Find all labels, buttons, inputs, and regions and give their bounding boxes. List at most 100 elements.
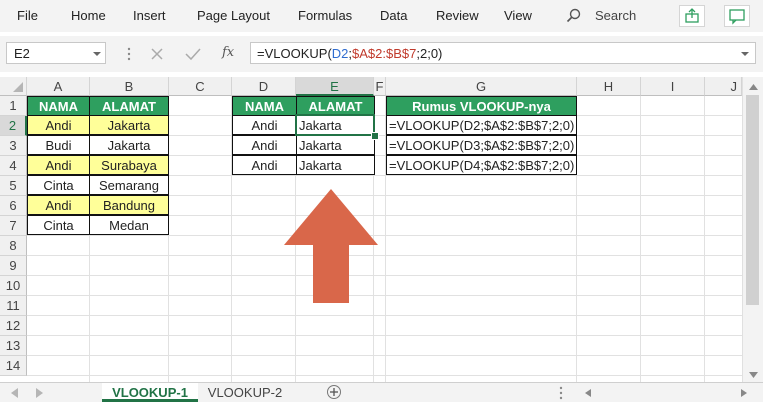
row-header-4[interactable]: 4 [0,156,27,176]
column-header-f[interactable]: F [374,77,386,96]
row-header-2[interactable]: 2 [0,116,27,136]
plus-icon [330,388,338,396]
insert-function-icon[interactable]: fx [222,45,234,60]
tab-scroll-right-icon[interactable] [32,387,46,399]
scroll-up-icon[interactable] [743,81,763,93]
search-icon [566,8,581,23]
search-box[interactable]: Search [562,4,682,28]
row-header-14[interactable]: 14 [0,356,27,376]
add-sheet-button[interactable] [327,385,341,399]
table1-cell-alamat[interactable]: Jakarta [89,115,169,135]
table1-cell-nama[interactable]: Cinta [27,175,90,195]
table1-cell-nama[interactable]: Andi [27,115,90,135]
gridline [27,375,742,376]
active-cell-selection [295,114,375,136]
table1-cell-alamat[interactable]: Semarang [89,175,169,195]
table3-cell-formula[interactable]: =VLOOKUP(D4;$A$2:$B$7;2;0) [386,155,577,175]
scrollbar-thumb[interactable] [746,95,759,305]
column-header-g[interactable]: G [386,77,577,96]
table1-cell-alamat[interactable]: Surabaya [89,155,169,175]
formula-bar: E2 fx =VLOOKUP(D2;$A$2:$B$7;2;0) [0,36,763,72]
comments-button[interactable] [724,5,750,27]
column-header-d[interactable]: D [232,77,296,96]
ribbon-menu-bar: File Home Insert Page Layout Formulas Da… [0,0,763,32]
row-header-5[interactable]: 5 [0,176,27,196]
formula-suffix: ;2;0) [416,46,443,61]
gridline [27,335,742,336]
column-header-b[interactable]: B [90,77,169,96]
menu-home[interactable]: Home [71,8,106,23]
column-header-c[interactable]: C [169,77,232,96]
row-header-9[interactable]: 9 [0,256,27,276]
search-label: Search [595,8,637,23]
table1-cell-nama[interactable]: Budi [27,135,90,155]
sheet-tab-bar: VLOOKUP-1 VLOOKUP-2 [0,382,763,402]
enter-icon[interactable] [185,47,201,61]
hscroll-right-icon[interactable] [738,387,750,399]
more-options-icon [127,47,131,61]
more-options-icon[interactable] [558,385,564,401]
table1-cell-alamat[interactable]: Bandung [89,195,169,215]
fill-handle[interactable] [371,132,379,140]
table1-cell-nama[interactable]: Andi [27,155,90,175]
table2-header-alamat[interactable]: ALAMAT [296,96,375,116]
menu-file[interactable]: File [17,8,38,23]
gridline [640,96,641,382]
name-box[interactable]: E2 [6,42,106,64]
menu-page-layout[interactable]: Page Layout [197,8,270,23]
up-arrow-icon [284,189,378,303]
row-header-11[interactable]: 11 [0,296,27,316]
sheet-tab-vlookup-1[interactable]: VLOOKUP-1 [102,383,198,402]
row-header-1[interactable]: 1 [0,96,27,116]
row-header-13[interactable]: 13 [0,336,27,356]
row-header-6[interactable]: 6 [0,196,27,216]
table1-header-nama[interactable]: NAMA [27,96,90,116]
gridline [27,295,742,296]
menu-data[interactable]: Data [380,8,407,23]
column-header-i[interactable]: I [641,77,705,96]
table2-header-nama[interactable]: NAMA [232,96,297,116]
table1-cell-alamat[interactable]: Jakarta [89,135,169,155]
formula-input[interactable]: =VLOOKUP(D2;$A$2:$B$7;2;0) [250,42,756,64]
row-header-10[interactable]: 10 [0,276,27,296]
table1-cell-nama[interactable]: Cinta [27,215,90,235]
table3-cell-formula[interactable]: =VLOOKUP(D3;$A$2:$B$7;2;0) [386,135,577,155]
row-header-7[interactable]: 7 [0,216,27,236]
table2-cell-nama[interactable]: Andi [232,155,297,175]
table3-cell-formula[interactable]: =VLOOKUP(D2;$A$2:$B$7;2;0) [386,115,577,135]
menu-insert[interactable]: Insert [133,8,166,23]
chevron-down-icon [93,52,101,56]
sheet-tab-vlookup-2[interactable]: VLOOKUP-2 [200,383,290,402]
table2-cell-alamat[interactable]: Jakarta [296,135,375,155]
expand-formula-icon[interactable] [740,49,750,59]
share-button[interactable] [679,5,705,27]
formula-ref1: D2 [331,46,349,61]
select-all-corner[interactable] [0,77,27,96]
table1-cell-nama[interactable]: Andi [27,195,90,215]
scroll-down-icon[interactable] [743,369,763,381]
menu-formulas[interactable]: Formulas [298,8,352,23]
table2-cell-nama[interactable]: Andi [232,135,297,155]
row-header-12[interactable]: 12 [0,316,27,336]
column-header-e[interactable]: E [296,77,374,96]
spreadsheet-grid[interactable]: A B C D E F G H I J 1 2 3 4 5 6 7 8 9 10… [0,77,763,382]
column-header-a[interactable]: A [27,77,90,96]
vertical-scrollbar[interactable] [742,77,763,382]
tab-scroll-left-icon[interactable] [8,387,22,399]
table3-header-rumus[interactable]: Rumus VLOOKUP-nya [386,96,577,116]
table1-cell-alamat[interactable]: Medan [89,215,169,235]
row-header-3[interactable]: 3 [0,136,27,156]
row-header-8[interactable]: 8 [0,236,27,256]
table2-cell-alamat[interactable]: Jakarta [296,155,375,175]
table1-header-alamat[interactable]: ALAMAT [89,96,169,116]
menu-review[interactable]: Review [436,8,479,23]
comment-icon [729,9,745,25]
column-header-h[interactable]: H [577,77,641,96]
hscroll-left-icon[interactable] [582,387,594,399]
table2-cell-nama[interactable]: Andi [232,115,297,135]
column-header-j[interactable]: J [705,77,742,96]
gridline [27,275,742,276]
cancel-icon[interactable] [150,47,164,61]
menu-view[interactable]: View [504,8,532,23]
select-all-icon [13,82,23,92]
